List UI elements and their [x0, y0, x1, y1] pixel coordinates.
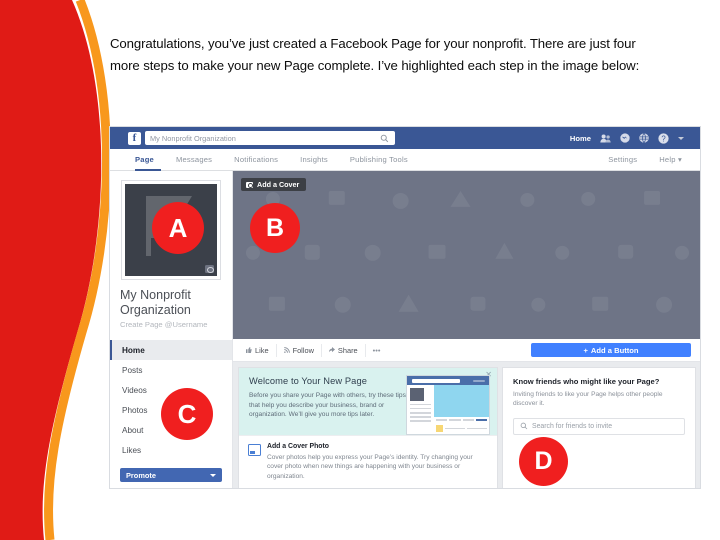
follow-button[interactable]: Follow [277, 343, 322, 357]
share-button[interactable]: Share [322, 343, 366, 357]
friend-requests-icon[interactable] [600, 133, 611, 143]
share-label: Share [337, 345, 358, 355]
page-tab-bar: Page Messages Notifications Insights Pub… [110, 149, 700, 171]
help-menu[interactable]: Help ▾ [659, 155, 682, 164]
cover-pattern-icon [245, 190, 690, 313]
illustration-topbar [407, 376, 489, 385]
page-lower-cards: Welcome to Your New Page Before you shar… [233, 362, 700, 488]
promote-button-label: Promote [126, 470, 156, 480]
facebook-top-bar: f My Nonprofit Organization Home ? [110, 127, 700, 149]
like-button[interactable]: Like [242, 343, 277, 357]
illustration-line [410, 411, 431, 414]
follow-label: Follow [292, 345, 314, 355]
messenger-icon[interactable] [620, 133, 630, 143]
search-input-value: My Nonprofit Organization [150, 133, 236, 143]
page-action-bar: Like Follow Share ••• + Add a Button [233, 339, 700, 362]
sidebar-item-posts[interactable]: Posts [110, 360, 232, 380]
tab-publishing-tools[interactable]: Publishing Tools [350, 155, 408, 164]
camera-icon [246, 181, 253, 188]
svg-text:?: ? [661, 134, 666, 143]
invite-friends-body: Inviting friends to like your Page helps… [513, 391, 663, 408]
tab-notifications[interactable]: Notifications [234, 155, 278, 164]
promote-button[interactable]: Promote [120, 468, 222, 482]
search-icon [520, 422, 528, 430]
rss-follow-icon [283, 347, 290, 353]
add-cover-photo-text: Add a Cover Photo Cover photos help you … [267, 443, 488, 481]
illustration-line [410, 416, 431, 418]
page-title: My Nonprofit Organization [120, 288, 191, 317]
illustration-line [410, 403, 431, 406]
callout-badge-d: D [519, 437, 568, 486]
add-a-button-button[interactable]: + Add a Button [531, 343, 691, 357]
welcome-card-body: Before you share your Page with others, … [249, 392, 406, 418]
like-label: Like [255, 345, 269, 355]
chevron-down-icon [210, 473, 216, 477]
welcome-card: Welcome to Your New Page Before you shar… [239, 368, 497, 488]
add-a-button-plus-icon: + [583, 345, 588, 355]
add-cover-photo-item[interactable]: Add a Cover Photo Cover photos help you … [239, 435, 497, 488]
thumbs-up-icon [246, 347, 252, 353]
callout-badge-b: B [250, 203, 300, 253]
illustration-footer [434, 423, 489, 434]
sidebar-item-home[interactable]: Home [110, 340, 232, 360]
illustration-line [410, 420, 431, 422]
illustration-main [434, 385, 489, 434]
tab-page[interactable]: Page [135, 155, 154, 164]
add-a-cover-label: Add a Cover [257, 180, 300, 189]
photo-icon [248, 444, 261, 456]
callout-badge-c: C [161, 388, 213, 440]
search-icon [380, 134, 389, 142]
welcome-card-title: Welcome to Your New Page [249, 376, 367, 386]
search-input[interactable]: My Nonprofit Organization [145, 131, 395, 145]
share-arrow-icon [328, 347, 335, 353]
illustration-avatar [410, 388, 424, 401]
add-cover-photo-body: Cover photos help you express your Page’… [267, 454, 473, 480]
callout-badge-a: A [152, 202, 204, 254]
illustration-cover [434, 385, 489, 417]
page-username-line[interactable]: Create Page @Username [120, 320, 222, 329]
slide-canvas: Congratulations, you’ve just created a F… [0, 0, 720, 540]
intro-paragraph: Congratulations, you’ve just created a F… [110, 36, 640, 73]
invite-friends-title: Know friends who might like your Page? [513, 377, 660, 386]
help-menu-label: Help [659, 155, 676, 164]
add-a-button-label: Add a Button [590, 345, 639, 355]
illustration-sidebar [407, 385, 434, 434]
cover-photo-area[interactable]: Add a Cover [233, 171, 700, 339]
tabbar-right-group: Settings Help ▾ [608, 155, 682, 164]
page-right-column: Add a Cover Like Follow Share ••• + Add … [233, 171, 700, 488]
illustration-line [410, 407, 431, 410]
tab-insights[interactable]: Insights [300, 155, 328, 164]
account-chevron-down-icon[interactable] [678, 136, 684, 140]
tab-messages[interactable]: Messages [176, 155, 212, 164]
add-a-cover-button[interactable]: Add a Cover [241, 178, 307, 191]
home-link[interactable]: Home [570, 134, 591, 143]
facebook-logo-icon[interactable]: f [128, 131, 141, 145]
more-options-button[interactable]: ••• [366, 344, 388, 357]
welcome-card-header: Welcome to Your New Page Before you shar… [239, 368, 497, 435]
settings-link[interactable]: Settings [608, 155, 637, 164]
friend-search-placeholder: Search for friends to invite [532, 422, 613, 430]
add-cover-photo-title: Add a Cover Photo [267, 443, 330, 450]
globe-notifications-icon[interactable] [639, 133, 649, 143]
sidebar-item-likes[interactable]: Likes [110, 440, 232, 460]
friend-search-input[interactable]: Search for friends to invite [513, 417, 685, 435]
topbar-right-group: Home ? [570, 132, 684, 144]
camera-icon[interactable] [205, 265, 214, 273]
illustration-body [407, 385, 489, 434]
help-icon[interactable]: ? [658, 132, 669, 144]
welcome-card-text: Welcome to Your New Page Before you shar… [249, 376, 409, 426]
page-preview-illustration [407, 376, 489, 434]
